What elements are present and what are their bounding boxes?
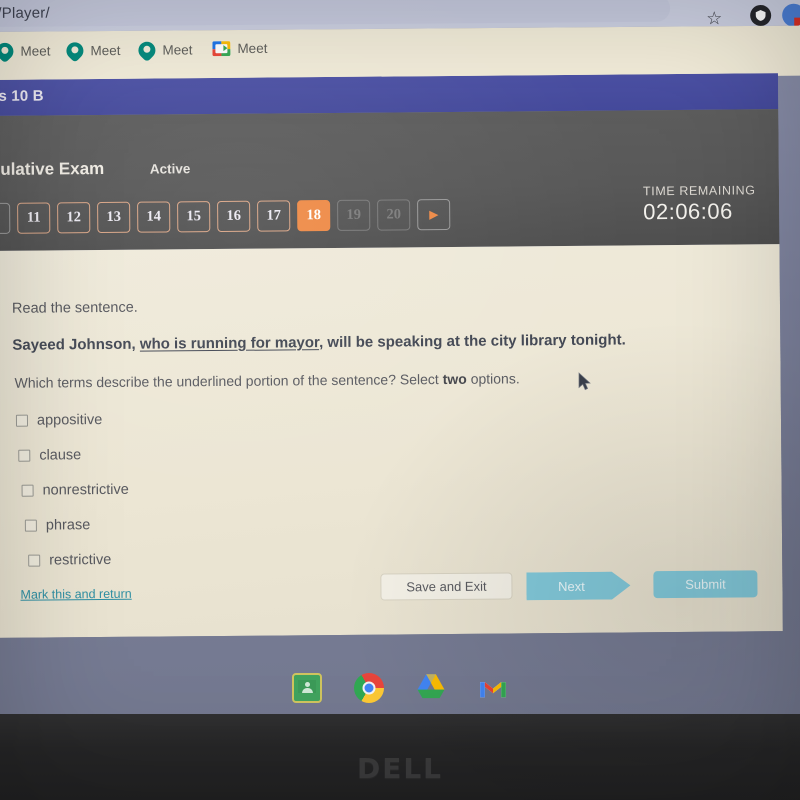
meet-pin-icon [62, 38, 87, 63]
google-meet-camera-icon [212, 41, 231, 57]
address-bar[interactable]: om/Player/ [0, 0, 671, 28]
option-label: restrictive [49, 551, 112, 568]
option-phrase[interactable]: phrase [0, 504, 392, 542]
bookmark-label: Meet [90, 42, 121, 59]
bookmark-label: Meet [162, 42, 193, 58]
time-remaining: TIME REMAINING 02:06:06 [643, 183, 783, 225]
pager-item-19-disabled: 19 [337, 199, 371, 231]
answer-options-list: appositive clause nonrestrictive phrase … [0, 399, 392, 577]
checkbox-clause[interactable] [18, 449, 31, 462]
pager-item-20-disabled: 20 [377, 199, 411, 231]
option-nonrestrictive[interactable]: nonrestrictive [0, 469, 392, 507]
option-label: clause [39, 446, 82, 464]
sentence-before: Sayeed Johnson, [12, 335, 140, 354]
option-label: phrase [45, 516, 91, 534]
mouse-cursor [578, 372, 592, 392]
profile-avatar-icon[interactable] [782, 3, 800, 27]
chromeos-shelf [0, 660, 800, 716]
checkbox-phrase[interactable] [24, 519, 37, 532]
pager-item-14[interactable]: 14 [137, 201, 171, 233]
pager-item-15[interactable]: 15 [177, 201, 211, 233]
checkbox-restrictive[interactable] [28, 554, 41, 567]
exam-title: umulative Exam [0, 158, 105, 180]
question-prompt: Read the sentence. [11, 299, 138, 317]
pager-item-12[interactable]: 12 [57, 202, 91, 234]
option-label: nonrestrictive [42, 481, 129, 499]
url-text: om/Player/ [0, 4, 50, 23]
google-classroom-icon[interactable] [292, 673, 322, 703]
sentence-underlined: who is running for mayor [139, 334, 320, 353]
question-content-panel: Read the sentence. Sayeed Johnson, who i… [0, 244, 783, 638]
question-pager: ◀ 11 12 13 14 15 16 17 18 19 20 ▶ [0, 198, 451, 235]
exam-status-badge: Active [149, 161, 191, 177]
option-label: appositive [36, 411, 103, 429]
pager-item-16[interactable]: 16 [217, 200, 251, 233]
bookmark-meet-2[interactable]: Meet [62, 38, 121, 63]
dell-brand-logo: DELL [356, 752, 444, 785]
exam-header-bar: umulative Exam Active ◀ 11 12 13 14 15 1… [0, 109, 780, 251]
pager-item-18-current[interactable]: 18 [297, 200, 331, 232]
laptop-screen-photo: om/Player/ ☆ Meet Meet Meet Meet Arts 10… [0, 0, 800, 800]
bookmark-meet-3[interactable]: Meet [134, 38, 193, 63]
google-drive-icon[interactable] [416, 673, 446, 703]
submit-button[interactable]: Submit [653, 570, 758, 599]
bookmark-meet-1[interactable]: Meet [0, 39, 51, 64]
save-and-exit-button[interactable]: Save and Exit [380, 572, 513, 601]
instruction-before: Which terms describe the underlined port… [14, 371, 443, 391]
brave-shield-icon[interactable] [750, 4, 772, 27]
checkbox-nonrestrictive[interactable] [21, 484, 34, 497]
question-instruction: Which terms describe the underlined port… [15, 370, 520, 390]
bookmark-label: Meet [237, 40, 268, 57]
browser-chrome: om/Player/ ☆ Meet Meet Meet Meet [0, 0, 800, 82]
time-remaining-label: TIME REMAINING [642, 183, 756, 199]
option-clause[interactable]: clause [0, 434, 391, 472]
option-restrictive[interactable]: restrictive [0, 539, 392, 577]
course-title: Arts 10 B [0, 87, 44, 106]
bookmark-meet-4[interactable]: Meet [212, 40, 268, 57]
gmail-icon[interactable] [478, 673, 508, 703]
meet-pin-icon [0, 39, 17, 64]
pager-item-11[interactable]: 11 [17, 202, 51, 234]
pager-item-13[interactable]: 13 [97, 201, 131, 234]
exam-application: Arts 10 B umulative Exam Active ◀ 11 12 … [0, 73, 783, 638]
pager-next-button[interactable]: ▶ [417, 198, 451, 231]
bookmark-label: Meet [20, 43, 51, 59]
pager-item-17[interactable]: 17 [257, 200, 291, 232]
instruction-after: options. [466, 370, 520, 387]
meet-pin-icon [134, 38, 159, 63]
mark-this-and-return-link[interactable]: Mark this and return [20, 587, 131, 602]
google-chrome-icon[interactable] [354, 673, 384, 703]
sentence-after: , will be speaking at the city library t… [318, 331, 626, 352]
option-appositive[interactable]: appositive [0, 399, 391, 437]
next-button[interactable]: Next [526, 571, 630, 600]
time-remaining-value: 02:06:06 [643, 198, 733, 225]
question-sentence: Sayeed Johnson, who is running for mayor… [12, 331, 626, 353]
bookmark-star-icon[interactable]: ☆ [706, 8, 722, 28]
pager-prev-button[interactable]: ◀ [0, 202, 11, 235]
instruction-emphasis: two [442, 370, 467, 388]
checkbox-appositive[interactable] [15, 414, 29, 427]
